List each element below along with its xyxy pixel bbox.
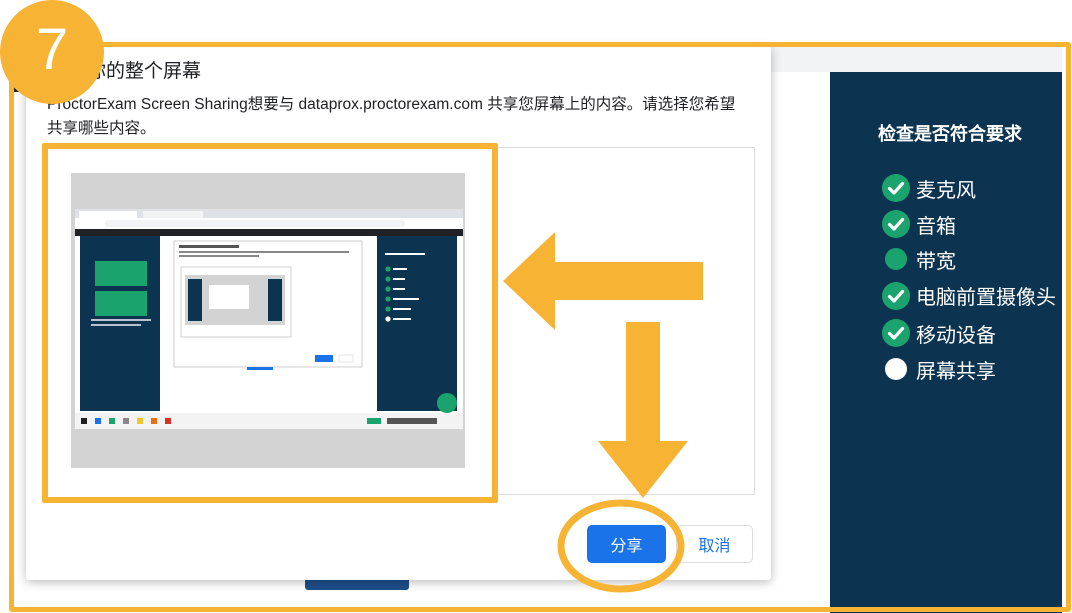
- step-number: 7: [35, 17, 69, 82]
- highlight-frame: [9, 42, 1071, 612]
